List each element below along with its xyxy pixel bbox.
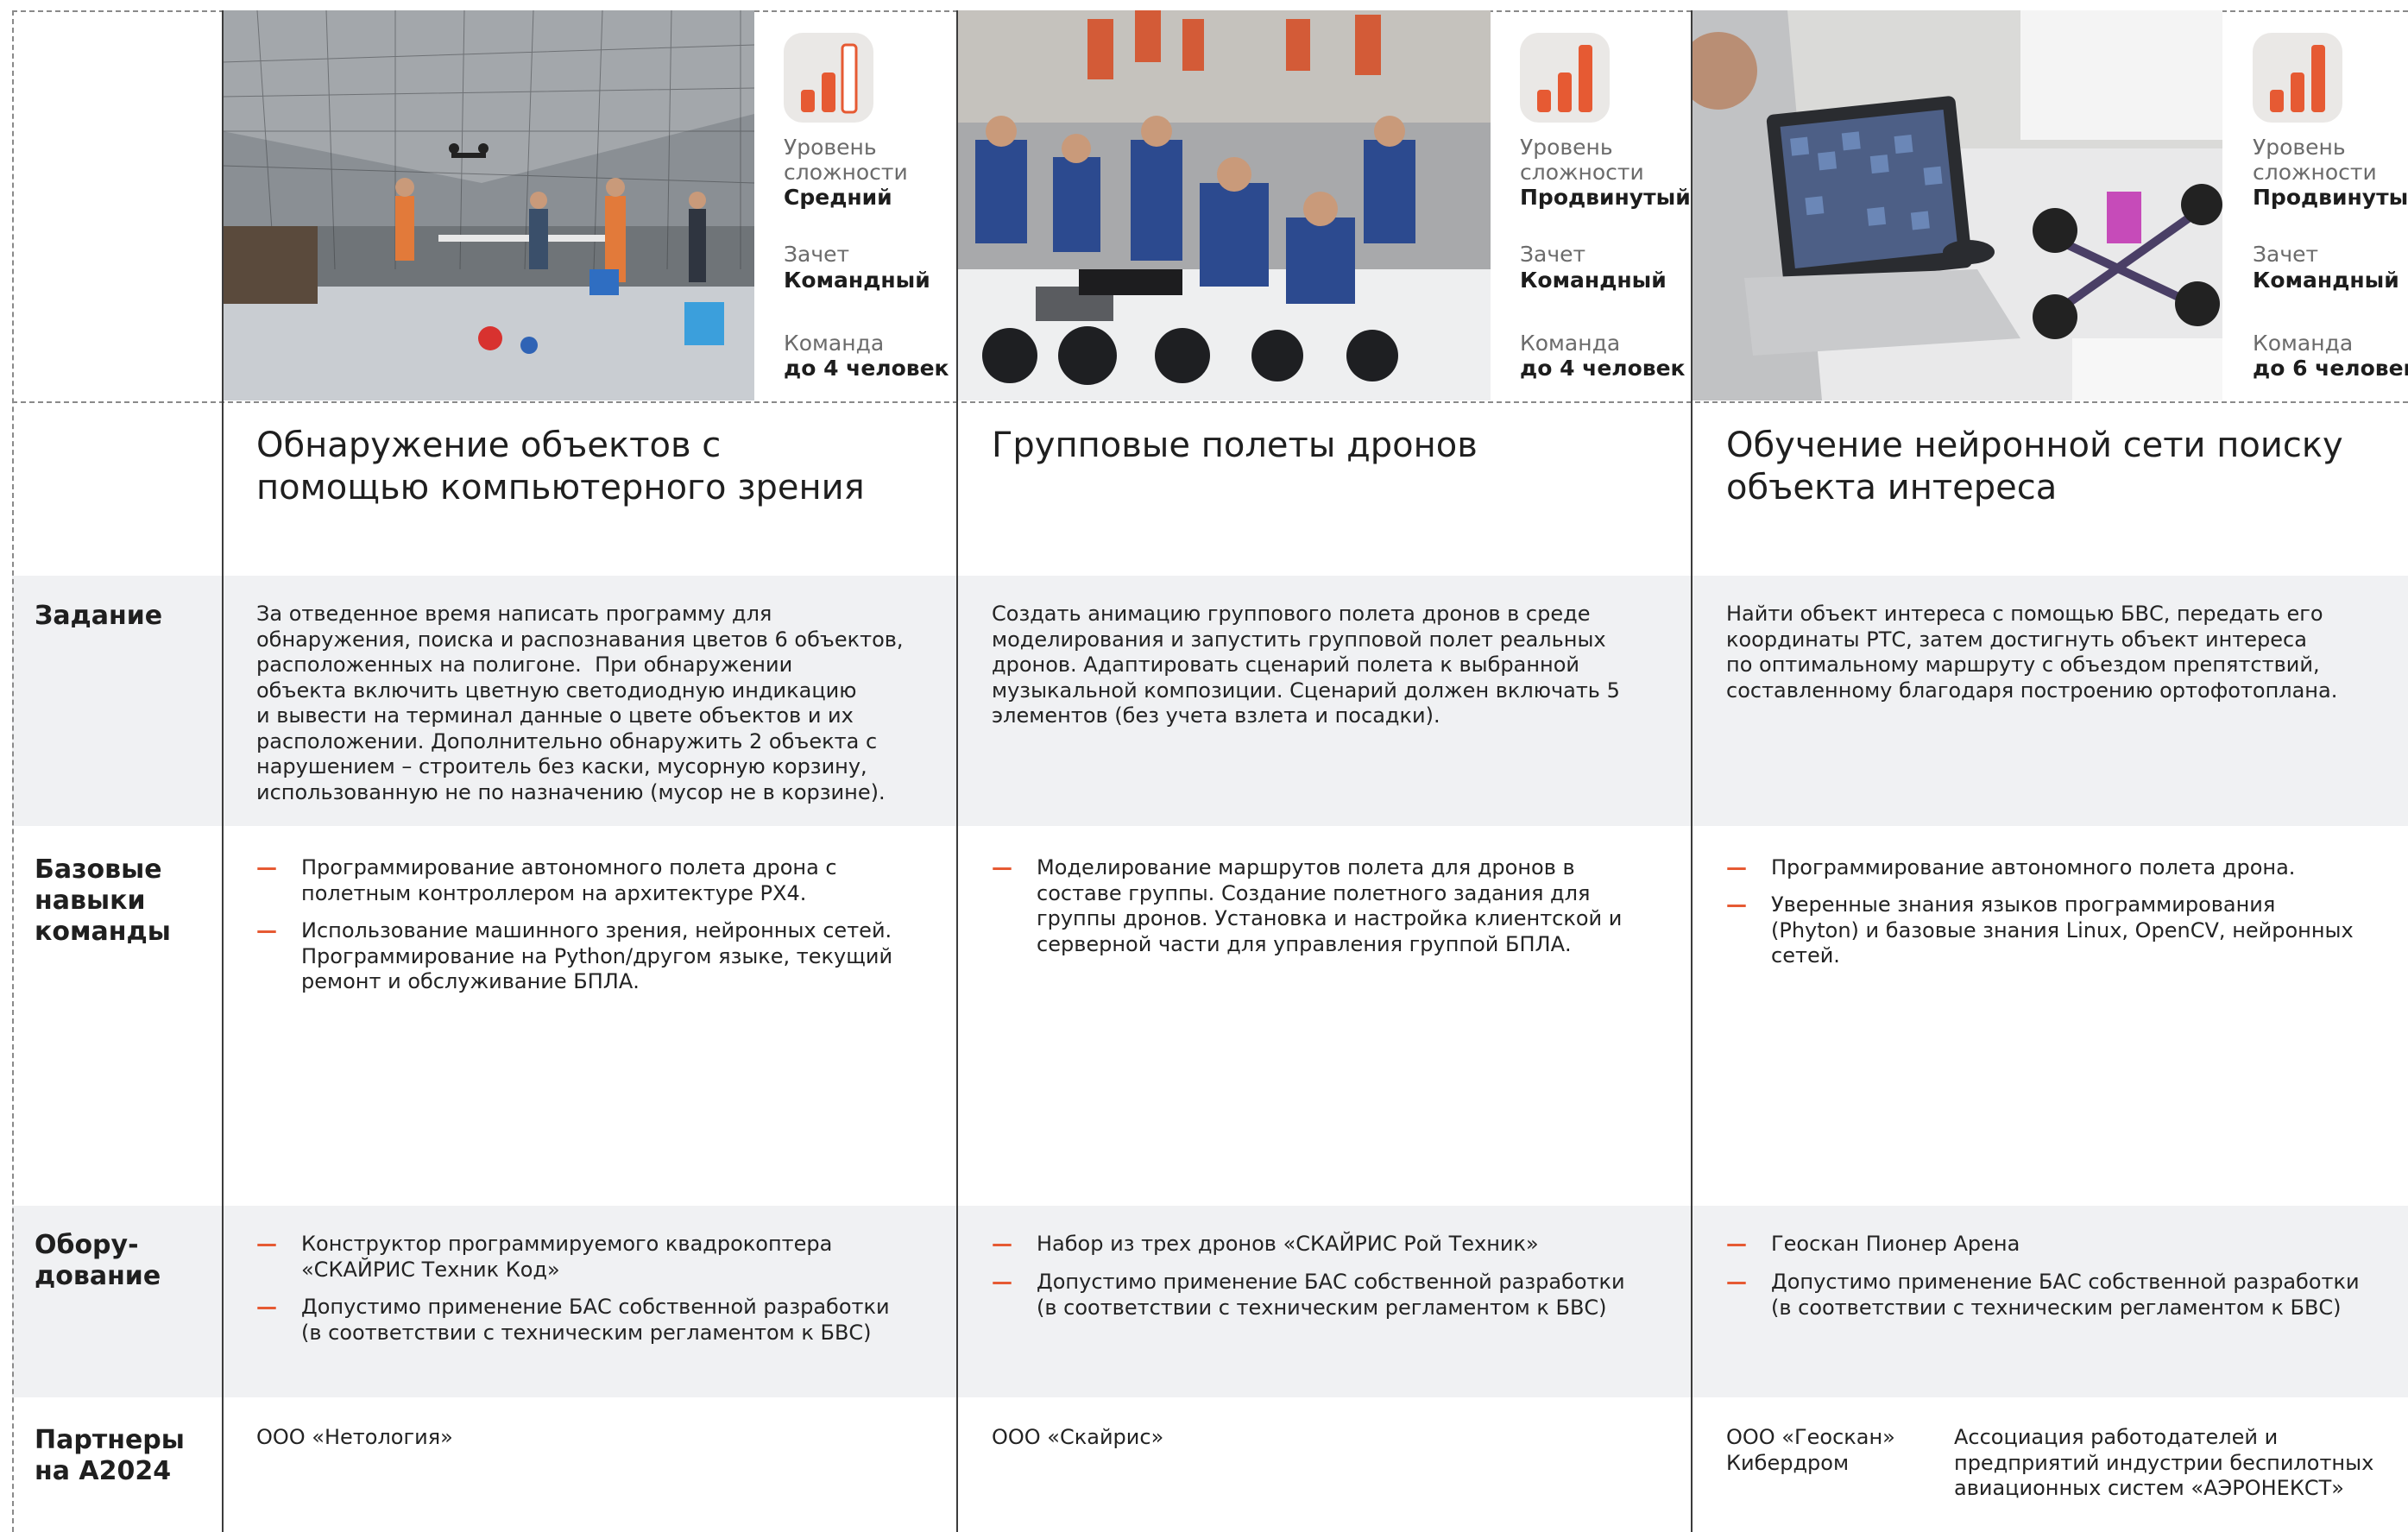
row-label-partners: Партнеры на А2024 bbox=[35, 1425, 185, 1486]
skill-item: — Моделирование маршрутов полета для дрон… bbox=[992, 855, 1622, 957]
equipment-item: — Набор из трех дронов «СКАЙРИС Рой Техни… bbox=[992, 1232, 1539, 1258]
scoring-label: Зачет bbox=[784, 242, 850, 267]
skill-text: Программирование автономного полета дрон… bbox=[1771, 855, 2296, 879]
equipment-item: — Допустимо применение БАС собственной ра… bbox=[1726, 1270, 2360, 1321]
team-label: Команда bbox=[1520, 331, 1621, 356]
dash-icon: — bbox=[1726, 1232, 1747, 1256]
equipment-text: Набор из трех дронов «СКАЙРИС Рой Техник… bbox=[1037, 1232, 1539, 1256]
row-label-task: Задание bbox=[35, 601, 163, 631]
skill-text: Использование машинного зрения, нейронны… bbox=[301, 918, 893, 993]
skill-item: — Программирование автономного полета дро… bbox=[256, 855, 837, 906]
partner-name: ООО «Скайрис» bbox=[992, 1425, 1164, 1449]
scoring-value: Командный bbox=[1520, 268, 1667, 293]
equipment-text: Допустимо применение БАС собственной раз… bbox=[301, 1295, 890, 1345]
dash-icon: — bbox=[992, 1232, 1012, 1256]
skill-text: Программирование автономного полета дрон… bbox=[301, 855, 837, 905]
scoring-label: Зачет bbox=[1520, 242, 1586, 267]
card-title-1: Групповые полеты дронов bbox=[992, 426, 1478, 465]
skill-text: Уверенные знания языков программирования… bbox=[1771, 892, 2354, 968]
difficulty-label: Уровень сложности bbox=[1520, 135, 1644, 185]
column-divider-1 bbox=[956, 10, 958, 1532]
row-label-equipment: Обору- дование bbox=[35, 1230, 161, 1291]
skill-item: — Использование машинного зрения, нейронн… bbox=[256, 918, 892, 995]
team-value: до 4 человек bbox=[784, 356, 949, 381]
dash-icon: — bbox=[1726, 1270, 1747, 1294]
equipment-text: Конструктор программируемого квадрокопте… bbox=[301, 1232, 833, 1282]
team-label: Команда bbox=[2253, 331, 2354, 356]
skill-item: — Программирование автономного полета дро… bbox=[1726, 855, 2295, 881]
dash-icon: — bbox=[992, 855, 1012, 879]
equipment-item: — Геоскан Пионер Арена bbox=[1726, 1232, 2020, 1258]
task-text-0: За отведенное время написать программу д… bbox=[256, 602, 904, 804]
scoring-value: Командный bbox=[784, 268, 930, 293]
dash-icon: — bbox=[256, 918, 277, 943]
equipment-item: — Допустимо применение БАС собственной ра… bbox=[256, 1295, 890, 1346]
difficulty-value: Продвинутый bbox=[1520, 185, 1691, 210]
row-label-skills: Базовые навыки команды bbox=[35, 854, 171, 947]
equipment-text: Допустимо применение БАС собственной раз… bbox=[1037, 1270, 1625, 1320]
dash-icon: — bbox=[256, 1295, 277, 1319]
task-text-1: Создать анимацию группового полета дроно… bbox=[992, 602, 1620, 728]
team-value: до 6 человек bbox=[2253, 356, 2408, 381]
photo-laptop-drone bbox=[1693, 10, 2222, 400]
dash-icon: — bbox=[256, 855, 277, 879]
left-dashed-border bbox=[12, 10, 14, 1532]
dash-icon: — bbox=[992, 1270, 1012, 1294]
dash-icon: — bbox=[256, 1232, 277, 1256]
difficulty-icon bbox=[1520, 33, 1610, 123]
scoring-value: Командный bbox=[2253, 268, 2399, 293]
difficulty-icon bbox=[2253, 33, 2342, 123]
equipment-item: — Конструктор программируемого квадрокопт… bbox=[256, 1232, 832, 1283]
column-divider-0 bbox=[222, 10, 224, 1532]
card-title-0: Обнаружение объектов с помощью компьютер… bbox=[256, 426, 865, 508]
difficulty-icon bbox=[784, 33, 873, 123]
photo-drone-workshop bbox=[958, 10, 1491, 400]
team-value: до 4 человек bbox=[1520, 356, 1686, 381]
card-title-2: Обучение нейронной сети поиску объекта и… bbox=[1726, 426, 2343, 508]
team-label: Команда bbox=[784, 331, 885, 356]
dash-icon: — bbox=[1726, 855, 1747, 879]
difficulty-value: Продвинутый bbox=[2253, 185, 2408, 210]
task-text-2: Найти объект интереса с помощью БВС, пер… bbox=[1726, 602, 2338, 703]
skill-text: Моделирование маршрутов полета для дроно… bbox=[1037, 855, 1623, 956]
header-dashed-divider bbox=[12, 401, 2408, 403]
equipment-item: — Допустимо применение БАС собственной ра… bbox=[992, 1270, 1625, 1321]
photo-drone-arena bbox=[223, 10, 754, 400]
partner-name: Ассоциация работодателей и предприятий и… bbox=[1954, 1425, 2374, 1500]
equipment-text: Допустимо применение БАС собственной раз… bbox=[1771, 1270, 2360, 1320]
difficulty-label: Уровень сложности bbox=[784, 135, 908, 185]
skill-item: — Уверенные знания языков программировани… bbox=[1726, 892, 2354, 969]
dash-icon: — bbox=[1726, 892, 1747, 917]
partner-name: ООО «Нетология» bbox=[256, 1425, 453, 1449]
partner-name: ООО «Геоскан» Кибердром bbox=[1726, 1425, 1895, 1475]
scoring-label: Зачет bbox=[2253, 242, 2319, 267]
column-divider-2 bbox=[1691, 10, 1693, 1532]
difficulty-label: Уровень сложности bbox=[2253, 135, 2377, 185]
equipment-text: Геоскан Пионер Арена bbox=[1771, 1232, 2020, 1256]
difficulty-value: Средний bbox=[784, 185, 892, 210]
